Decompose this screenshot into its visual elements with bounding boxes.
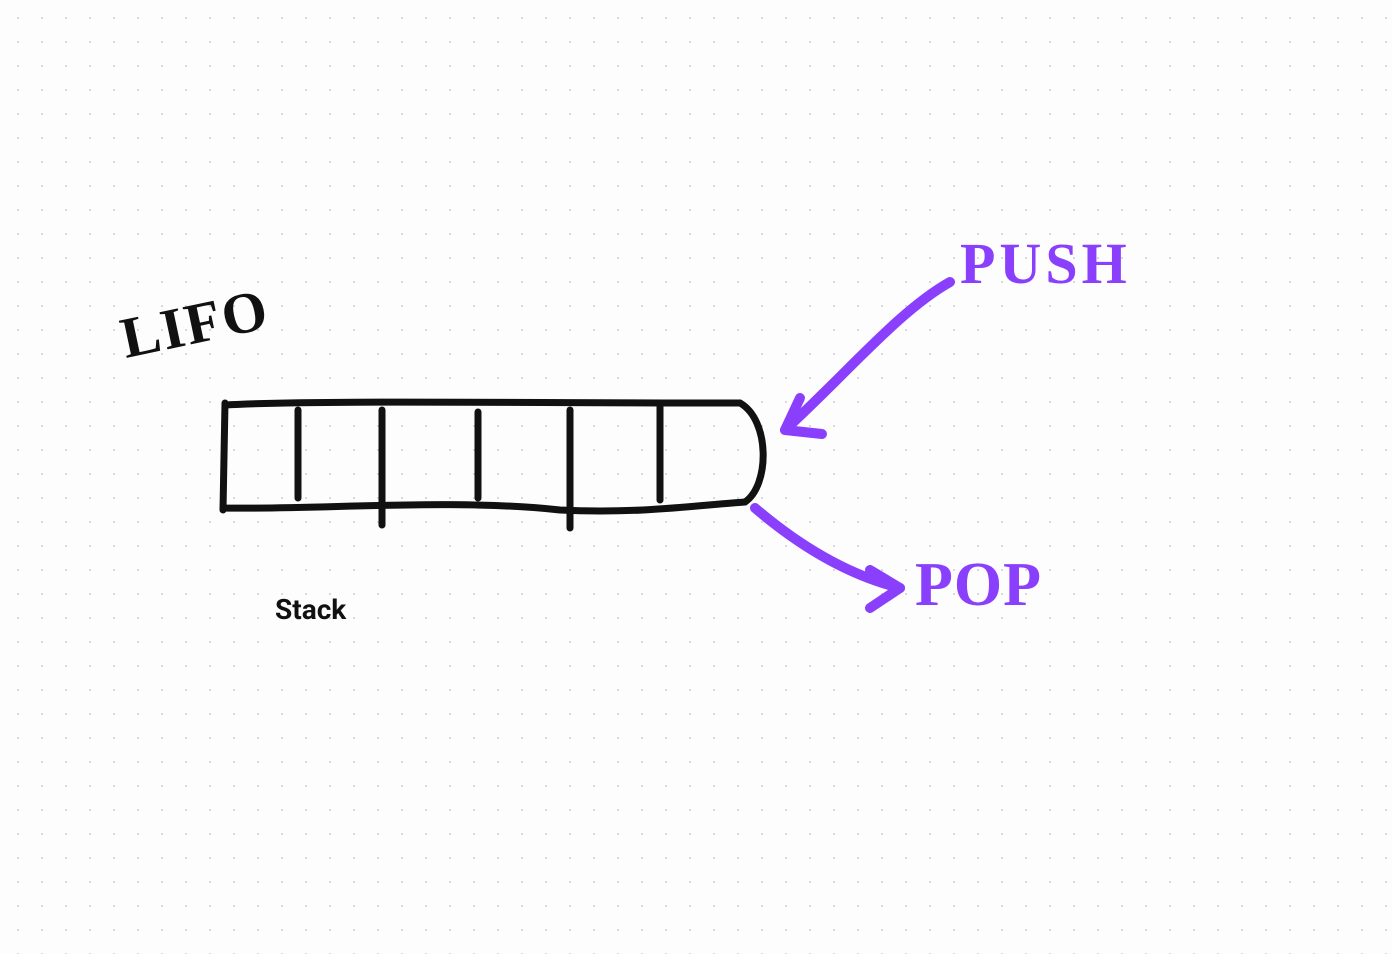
- sketch-svg: [0, 0, 1392, 954]
- stack-title: Stack: [275, 593, 346, 626]
- pop-label: POP: [915, 550, 1042, 621]
- diagram-canvas: LIFO PUSH POP Stack: [0, 0, 1392, 954]
- push-label: PUSH: [960, 230, 1131, 297]
